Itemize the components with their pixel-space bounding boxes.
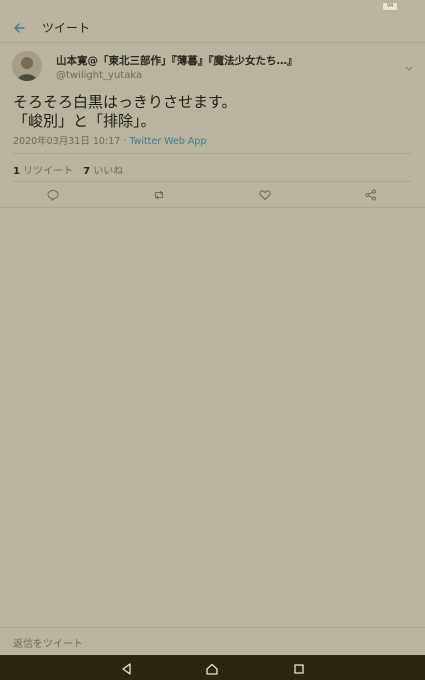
system-nav-bar (0, 655, 425, 680)
page-title: ツイート (42, 21, 91, 35)
reply-icon[interactable] (47, 189, 59, 201)
heart-icon[interactable] (259, 189, 271, 201)
tweet-text: そろそろ白黒はっきりさせます。 「峻別」と「排除」。 (13, 93, 237, 130)
reply-input[interactable]: 返信をツイート (13, 635, 83, 650)
top-bar: ツイート (0, 12, 425, 43)
share-icon[interactable] (365, 189, 377, 201)
nav-back-icon[interactable] (120, 661, 134, 675)
source-link[interactable]: Twitter Web App (129, 136, 206, 147)
divider (0, 207, 425, 208)
like-stat[interactable]: 7 いいね (83, 166, 123, 177)
back-arrow-icon[interactable] (12, 20, 26, 34)
battery-indicator: 94 (383, 3, 397, 10)
nav-recents-icon[interactable] (292, 661, 306, 675)
retweet-icon[interactable] (153, 189, 165, 201)
divider (12, 181, 412, 182)
user-handle[interactable]: @twilight_yutaka (56, 70, 142, 81)
retweet-count: 1 (13, 166, 20, 177)
divider (12, 153, 412, 154)
retweet-stat[interactable]: 1 リツイート (13, 166, 73, 177)
chevron-down-icon[interactable] (405, 57, 413, 71)
like-label: いいね (93, 166, 124, 177)
avatar[interactable] (12, 51, 42, 81)
nav-home-icon[interactable] (205, 661, 219, 675)
tweet-metadata: 2020年03月31日 10:17 · Twitter Web App (13, 133, 206, 147)
retweet-label: リツイート (23, 166, 74, 177)
reply-composer[interactable]: 返信をツイート (0, 627, 425, 655)
display-name[interactable]: 山本寛@「東北三部作」『薄暮』『魔法少女たち…』 (56, 53, 298, 68)
tweet-stats: 1 リツイート 7 いいね (13, 162, 123, 177)
timestamp: 2020年03月31日 10:17 · (13, 136, 130, 147)
like-count: 7 (83, 166, 91, 177)
status-bar: 94 (0, 0, 425, 12)
